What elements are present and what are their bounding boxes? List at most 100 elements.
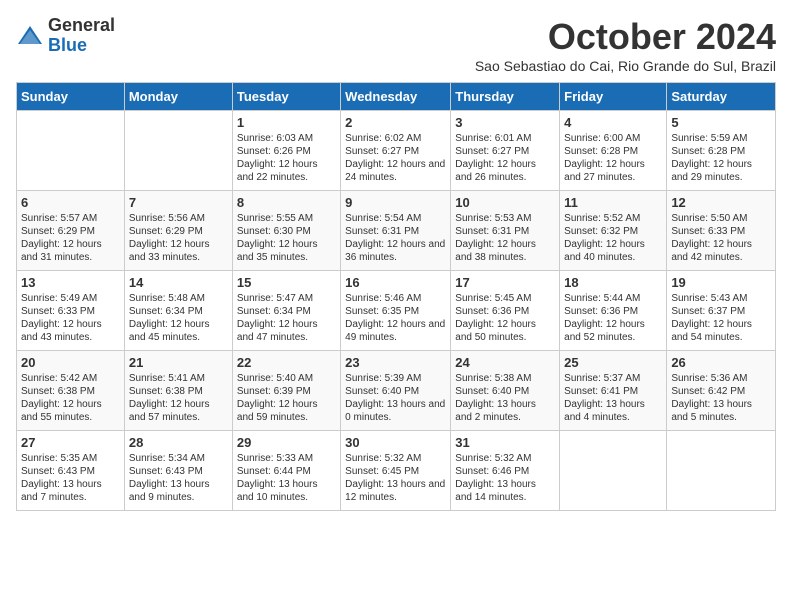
- calendar-week: 13Sunrise: 5:49 AM Sunset: 6:33 PM Dayli…: [17, 271, 776, 351]
- cell-info: Sunrise: 5:54 AM Sunset: 6:31 PM Dayligh…: [345, 212, 446, 264]
- calendar-cell: 23Sunrise: 5:39 AM Sunset: 6:40 PM Dayli…: [341, 351, 451, 431]
- cell-day-number: 7: [129, 195, 228, 210]
- title-section: October 2024 Sao Sebastiao do Cai, Rio G…: [475, 16, 776, 74]
- calendar-cell: 21Sunrise: 5:41 AM Sunset: 6:38 PM Dayli…: [124, 351, 232, 431]
- logo: General Blue: [16, 16, 115, 56]
- calendar-cell: 11Sunrise: 5:52 AM Sunset: 6:32 PM Dayli…: [560, 191, 667, 271]
- cell-day-number: 30: [345, 435, 446, 450]
- cell-info: Sunrise: 5:48 AM Sunset: 6:34 PM Dayligh…: [129, 292, 228, 344]
- month-title: October 2024: [475, 16, 776, 58]
- calendar-week: 27Sunrise: 5:35 AM Sunset: 6:43 PM Dayli…: [17, 431, 776, 511]
- cell-info: Sunrise: 5:55 AM Sunset: 6:30 PM Dayligh…: [237, 212, 336, 264]
- calendar-cell: 20 Sunrise: 5:42 AM Sunset: 6:38 PM Dayli…: [17, 351, 125, 431]
- calendar-cell: [667, 431, 776, 511]
- cell-info: Sunrise: 5:32 AM Sunset: 6:45 PM Dayligh…: [345, 452, 446, 504]
- calendar-cell: 2 Sunrise: 6:02 AM Sunset: 6:27 PM Daylig…: [341, 111, 451, 191]
- calendar-cell: [17, 111, 125, 191]
- cell-info: Sunrise: 5:39 AM Sunset: 6:40 PM Dayligh…: [345, 372, 446, 424]
- cell-info: Sunrise: 5:33 AM Sunset: 6:44 PM Dayligh…: [237, 452, 336, 504]
- calendar-cell: 27Sunrise: 5:35 AM Sunset: 6:43 PM Dayli…: [17, 431, 125, 511]
- calendar-cell: 28Sunrise: 5:34 AM Sunset: 6:43 PM Dayli…: [124, 431, 232, 511]
- cell-day-number: 29: [237, 435, 336, 450]
- cell-info: Sunrise: 5:35 AM Sunset: 6:43 PM Dayligh…: [21, 452, 120, 504]
- cell-info: Sunrise: 5:42 AM Sunset: 6:38 PM Dayligh…: [21, 372, 120, 424]
- cell-info: Sunrise: 6:00 AM Sunset: 6:28 PM Dayligh…: [564, 132, 662, 184]
- cell-day-number: 31: [455, 435, 555, 450]
- cell-day-number: 19: [671, 275, 771, 290]
- cell-info: Sunrise: 5:41 AM Sunset: 6:38 PM Dayligh…: [129, 372, 228, 424]
- calendar-cell: 9Sunrise: 5:54 AM Sunset: 6:31 PM Daylig…: [341, 191, 451, 271]
- calendar-cell: 26Sunrise: 5:36 AM Sunset: 6:42 PM Dayli…: [667, 351, 776, 431]
- header-day: Wednesday: [341, 83, 451, 111]
- calendar-header: SundayMondayTuesdayWednesdayThursdayFrid…: [17, 83, 776, 111]
- cell-info: Sunrise: 5:34 AM Sunset: 6:43 PM Dayligh…: [129, 452, 228, 504]
- logo-general: General: [48, 16, 115, 36]
- calendar-cell: 18Sunrise: 5:44 AM Sunset: 6:36 PM Dayli…: [560, 271, 667, 351]
- cell-info: Sunrise: 6:02 AM Sunset: 6:27 PM Dayligh…: [345, 132, 446, 184]
- header-day: Thursday: [451, 83, 560, 111]
- logo-icon: [16, 22, 44, 50]
- calendar-cell: 30 Sunrise: 5:32 AM Sunset: 6:45 PM Dayli…: [341, 431, 451, 511]
- calendar-cell: 24Sunrise: 5:38 AM Sunset: 6:40 PM Dayli…: [451, 351, 560, 431]
- cell-info: Sunrise: 5:50 AM Sunset: 6:33 PM Dayligh…: [671, 212, 771, 264]
- cell-info: Sunrise: 5:57 AM Sunset: 6:29 PM Dayligh…: [21, 212, 120, 264]
- calendar-cell: 14 Sunrise: 5:48 AM Sunset: 6:34 PM Dayli…: [124, 271, 232, 351]
- header-row: SundayMondayTuesdayWednesdayThursdayFrid…: [17, 83, 776, 111]
- cell-day-number: 24: [455, 355, 555, 370]
- calendar-cell: 6 Sunrise: 5:57 AM Sunset: 6:29 PM Daylig…: [17, 191, 125, 271]
- cell-info: Sunrise: 5:46 AM Sunset: 6:35 PM Dayligh…: [345, 292, 446, 344]
- cell-info: Sunrise: 5:49 AM Sunset: 6:33 PM Dayligh…: [21, 292, 120, 344]
- cell-day-number: 16: [345, 275, 446, 290]
- cell-day-number: 20: [21, 355, 120, 370]
- calendar-cell: 12 Sunrise: 5:50 AM Sunset: 6:33 PM Dayli…: [667, 191, 776, 271]
- cell-day-number: 2: [345, 115, 446, 130]
- cell-info: Sunrise: 5:45 AM Sunset: 6:36 PM Dayligh…: [455, 292, 555, 344]
- calendar-cell: [560, 431, 667, 511]
- calendar-cell: 5 Sunrise: 5:59 AM Sunset: 6:28 PM Daylig…: [667, 111, 776, 191]
- calendar-week: 20 Sunrise: 5:42 AM Sunset: 6:38 PM Dayli…: [17, 351, 776, 431]
- cell-day-number: 4: [564, 115, 662, 130]
- cell-day-number: 5: [671, 115, 771, 130]
- cell-day-number: 17: [455, 275, 555, 290]
- calendar-week: 6 Sunrise: 5:57 AM Sunset: 6:29 PM Daylig…: [17, 191, 776, 271]
- cell-day-number: 6: [21, 195, 120, 210]
- cell-day-number: 10: [455, 195, 555, 210]
- cell-info: Sunrise: 6:03 AM Sunset: 6:26 PM Dayligh…: [237, 132, 336, 184]
- calendar-cell: 1Sunrise: 6:03 AM Sunset: 6:26 PM Daylig…: [232, 111, 340, 191]
- calendar-cell: 16 Sunrise: 5:46 AM Sunset: 6:35 PM Dayli…: [341, 271, 451, 351]
- page-header: General Blue October 2024 Sao Sebastiao …: [16, 16, 776, 74]
- calendar-body: 1Sunrise: 6:03 AM Sunset: 6:26 PM Daylig…: [17, 111, 776, 511]
- cell-day-number: 14: [129, 275, 228, 290]
- cell-info: Sunrise: 6:01 AM Sunset: 6:27 PM Dayligh…: [455, 132, 555, 184]
- cell-info: Sunrise: 5:47 AM Sunset: 6:34 PM Dayligh…: [237, 292, 336, 344]
- calendar-week: 1Sunrise: 6:03 AM Sunset: 6:26 PM Daylig…: [17, 111, 776, 191]
- cell-info: Sunrise: 5:40 AM Sunset: 6:39 PM Dayligh…: [237, 372, 336, 424]
- header-day: Sunday: [17, 83, 125, 111]
- calendar-table: SundayMondayTuesdayWednesdayThursdayFrid…: [16, 82, 776, 511]
- cell-day-number: 25: [564, 355, 662, 370]
- calendar-cell: 31Sunrise: 5:32 AM Sunset: 6:46 PM Dayli…: [451, 431, 560, 511]
- cell-day-number: 26: [671, 355, 771, 370]
- cell-info: Sunrise: 5:44 AM Sunset: 6:36 PM Dayligh…: [564, 292, 662, 344]
- calendar-cell: 22Sunrise: 5:40 AM Sunset: 6:39 PM Dayli…: [232, 351, 340, 431]
- calendar-cell: 25 Sunrise: 5:37 AM Sunset: 6:41 PM Dayli…: [560, 351, 667, 431]
- calendar-cell: 4 Sunrise: 6:00 AM Sunset: 6:28 PM Daylig…: [560, 111, 667, 191]
- calendar-cell: 3 Sunrise: 6:01 AM Sunset: 6:27 PM Daylig…: [451, 111, 560, 191]
- cell-day-number: 8: [237, 195, 336, 210]
- location-title: Sao Sebastiao do Cai, Rio Grande do Sul,…: [475, 58, 776, 74]
- cell-day-number: 3: [455, 115, 555, 130]
- calendar-cell: 8 Sunrise: 5:55 AM Sunset: 6:30 PM Daylig…: [232, 191, 340, 271]
- header-day: Friday: [560, 83, 667, 111]
- cell-day-number: 12: [671, 195, 771, 210]
- calendar-cell: 10Sunrise: 5:53 AM Sunset: 6:31 PM Dayli…: [451, 191, 560, 271]
- cell-info: Sunrise: 5:59 AM Sunset: 6:28 PM Dayligh…: [671, 132, 771, 184]
- calendar-cell: 15 Sunrise: 5:47 AM Sunset: 6:34 PM Dayli…: [232, 271, 340, 351]
- logo-blue: Blue: [48, 36, 115, 56]
- header-day: Tuesday: [232, 83, 340, 111]
- cell-day-number: 15: [237, 275, 336, 290]
- cell-info: Sunrise: 5:37 AM Sunset: 6:41 PM Dayligh…: [564, 372, 662, 424]
- calendar-cell: 13Sunrise: 5:49 AM Sunset: 6:33 PM Dayli…: [17, 271, 125, 351]
- calendar-cell: 19Sunrise: 5:43 AM Sunset: 6:37 PM Dayli…: [667, 271, 776, 351]
- cell-day-number: 11: [564, 195, 662, 210]
- logo-text: General Blue: [48, 16, 115, 56]
